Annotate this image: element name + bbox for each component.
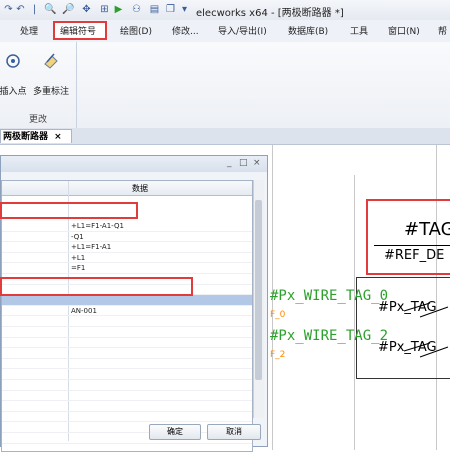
cell-value: AN-001 — [71, 306, 97, 315]
multi-tag-label: 多重标注 — [32, 87, 69, 97]
table-row[interactable] — [2, 369, 252, 380]
menu-bar: 处理 编辑符号 绘图(D) 修改... 导入/导出(I) 数据库(B) 工具 窗… — [0, 20, 450, 43]
function-tag-2: F_2 — [270, 350, 286, 360]
table-row[interactable] — [2, 380, 252, 391]
maximize-icon[interactable]: □ — [239, 158, 248, 168]
grid-line — [354, 175, 355, 450]
ribbon-group-change: 插入点 多重标注 更改 — [0, 42, 77, 128]
function-tag-0: F_0 — [270, 310, 286, 320]
row-highlight-selected — [0, 277, 193, 296]
window-title: elecworks x64 - [两极断路器 *] — [196, 8, 344, 19]
print-icon[interactable]: ▤ — [148, 3, 161, 16]
wire-tag-2: #Px_WIRE_TAG_2 — [270, 328, 389, 344]
scroll-thumb[interactable] — [255, 200, 262, 380]
tab-close-icon[interactable]: × — [54, 132, 62, 142]
zoom-window-icon[interactable]: ⊞ — [98, 3, 111, 16]
menu-item-draw[interactable]: 绘图(D) — [120, 24, 152, 37]
dialog-title-bar[interactable]: _ □ × — [1, 156, 267, 172]
document-tab-strip: 两极断路器 × — [0, 128, 450, 145]
cell-value: -Q1 — [71, 232, 84, 241]
menu-item-help[interactable]: 帮 — [438, 24, 447, 37]
table-row[interactable] — [2, 348, 252, 359]
table-row[interactable] — [2, 401, 252, 412]
table-row[interactable] — [2, 391, 252, 402]
menu-item-modify[interactable]: 修改... — [172, 24, 199, 37]
ribbon-group-label: 更改 — [28, 115, 47, 125]
tag-underline — [374, 245, 450, 246]
insert-point-icon — [6, 54, 20, 68]
close-icon[interactable]: × — [253, 158, 261, 168]
pan-icon[interactable]: ✥ — [80, 3, 93, 16]
grid-scrollbar[interactable] — [253, 180, 264, 418]
table-row[interactable] — [2, 316, 252, 327]
contact-strike-marks — [403, 302, 449, 358]
run-icon[interactable]: ▶ — [112, 3, 125, 16]
tag-title: #TAG — [404, 219, 450, 240]
separator-icon: | — [32, 4, 37, 15]
table-row[interactable]: AN-001 — [2, 306, 252, 317]
title-bar: ↷ ↶ | 🔍 🔎 ✥ ⊞ ▶ ⚇ ▤ ❐ ▾ elecworks x64 - … — [0, 0, 450, 20]
menu-item-database[interactable]: 数据库(B) — [288, 24, 328, 37]
table-row[interactable]: +L1=F1-A1-Q1 — [2, 221, 252, 232]
multi-tag-icon — [44, 53, 58, 69]
insert-point-label: 插入点 — [0, 87, 27, 97]
binoculars-icon[interactable]: ⚇ — [130, 3, 143, 16]
table-row[interactable]: -Q1 — [2, 232, 252, 243]
table-row[interactable] — [2, 338, 252, 349]
table-row[interactable]: +L1=F1-A1 — [2, 242, 252, 253]
ref-designation: #REF_DE — [384, 248, 445, 263]
dropdown-icon[interactable]: ▾ — [178, 3, 191, 16]
menu-item-import-export[interactable]: 导入/导出(I) — [218, 24, 267, 37]
menu-item-process[interactable]: 处理 — [20, 24, 38, 37]
insert-point-button[interactable]: 插入点 — [0, 52, 28, 97]
copy-icon[interactable]: ❐ — [164, 3, 177, 16]
cell-value: +L1 — [71, 253, 86, 262]
tab-two-pole-breaker[interactable]: 两极断路器 × — [0, 129, 72, 143]
ok-button[interactable]: 确定 — [149, 424, 201, 440]
table-row[interactable]: +L1 — [2, 253, 252, 264]
cell-value: +L1=F1-A1-Q1 — [71, 222, 124, 230]
undo-icon[interactable]: ↶ — [14, 3, 27, 16]
cell-value: +L1=F1-A1 — [71, 243, 112, 252]
menu-item-tools[interactable]: 工具 — [350, 24, 368, 37]
cancel-button[interactable]: 取消 — [207, 424, 261, 440]
table-row[interactable]: =F1 — [2, 263, 252, 274]
column-header-data: 数据 — [132, 184, 148, 193]
ribbon: 插入点 多重标注 更改 — [0, 42, 450, 129]
tab-label: 两极断路器 — [3, 132, 49, 142]
table-row[interactable] — [2, 444, 252, 451]
grid-header: 数据 — [2, 181, 252, 196]
zoom-out-icon[interactable]: 🔎 — [62, 3, 75, 16]
table-row[interactable] — [2, 327, 252, 338]
menu-item-edit-symbol[interactable]: 编辑符号 — [60, 24, 96, 37]
table-row[interactable] — [2, 412, 252, 423]
cell-value: =F1 — [71, 264, 86, 273]
menu-item-window[interactable]: 窗口(N) — [388, 24, 420, 37]
row-highlight-full-tag — [0, 202, 138, 219]
zoom-in-icon[interactable]: 🔍 — [44, 3, 57, 16]
multi-tag-button[interactable]: 多重标注 — [28, 52, 74, 97]
properties-dialog: _ □ × 数据 +L1=F1-A1-Q1 -Q1 +L1=F1-A1 +L1 =F1 A… — [0, 155, 268, 452]
wire-tag-0: #Px_WIRE_TAG_0 — [270, 288, 389, 304]
minimize-icon[interactable]: _ — [227, 158, 232, 168]
table-row[interactable] — [2, 359, 252, 370]
table-row[interactable] — [2, 295, 252, 306]
data-grid: 数据 +L1=F1-A1-Q1 -Q1 +L1=F1-A1 +L1 =F1 AN-001 — [1, 180, 253, 452]
